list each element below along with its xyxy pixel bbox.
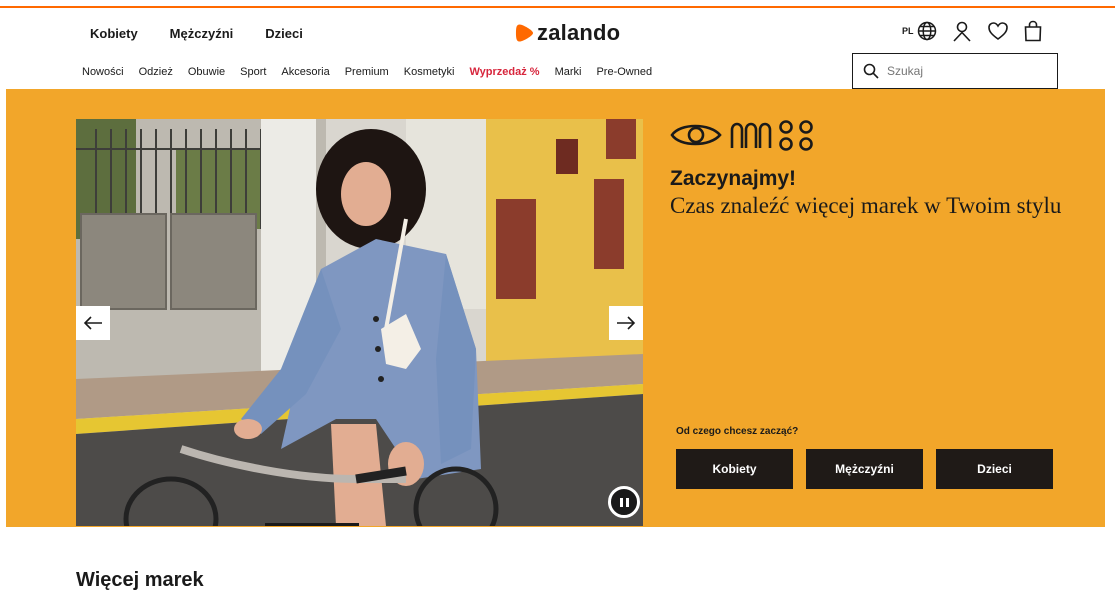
category-nav: Nowości Odzież Obuwie Sport Akcesoria Pr… [82,66,667,78]
search-box[interactable] [852,53,1058,89]
carousel-next-button[interactable] [609,306,643,340]
language-selector[interactable]: PL [902,21,937,41]
category-new[interactable]: Nowości [82,66,124,78]
hero-decorative-icons [670,118,820,159]
carousel-progress-bar [265,523,359,526]
category-shoes[interactable]: Obuwie [188,66,225,78]
shopping-bag-icon[interactable] [1023,20,1043,42]
gender-tab-kids[interactable]: Dzieci [265,26,303,41]
hero-question: Od czego chcesz zacząć? [676,426,799,437]
category-clothing[interactable]: Odzież [139,66,173,78]
zalando-logo[interactable]: zalando [515,20,620,46]
arrow-left-icon [83,316,102,330]
hero-photo-illustration [76,119,643,526]
category-brands[interactable]: Marki [555,66,582,78]
gender-nav: Kobiety Mężczyźni Dzieci [90,26,303,41]
cta-men-button[interactable]: Mężczyźni [806,449,923,489]
gender-tab-men[interactable]: Mężczyźni [170,26,234,41]
carousel-prev-button[interactable] [76,306,110,340]
dots-grid-icon [779,120,813,151]
hero-title: Zaczynajmy! [670,167,797,190]
gender-tab-women[interactable]: Kobiety [90,26,138,41]
category-pre-owned[interactable]: Pre-Owned [596,66,652,78]
zalando-logo-mark-icon [515,24,534,42]
eye-icon [670,124,722,146]
pause-icon [618,497,630,507]
category-accessories[interactable]: Akcesoria [281,66,329,78]
cta-kids-button[interactable]: Dzieci [936,449,1053,489]
category-sale[interactable]: Wyprzedaż % [469,66,539,78]
search-input[interactable] [887,64,1037,78]
category-premium[interactable]: Premium [345,66,389,78]
carousel-pause-button[interactable] [608,486,640,518]
account-icon[interactable] [951,20,973,42]
globe-icon [917,21,936,41]
wishlist-heart-icon[interactable] [987,20,1009,42]
section-title-more-brands: Więcej marek [76,569,204,591]
waves-icon [730,122,772,148]
site-header: Kobiety Mężczyźni Dzieci zalando PL Nowo… [0,8,1115,89]
language-code: PL [902,26,914,36]
hero-campaign-image [76,119,643,526]
hero-subtitle: Czas znaleźć więcej marek w Twoim stylu [670,193,1062,218]
category-beauty[interactable]: Kosmetyki [404,66,455,78]
arrow-right-icon [617,316,636,330]
hero-cta-group: Kobiety Mężczyźni Dzieci [676,449,1053,489]
search-icon [863,63,879,79]
cta-women-button[interactable]: Kobiety [676,449,793,489]
logo-wordmark: zalando [537,20,621,45]
category-sport[interactable]: Sport [240,66,266,78]
header-icons: PL [902,20,1043,42]
